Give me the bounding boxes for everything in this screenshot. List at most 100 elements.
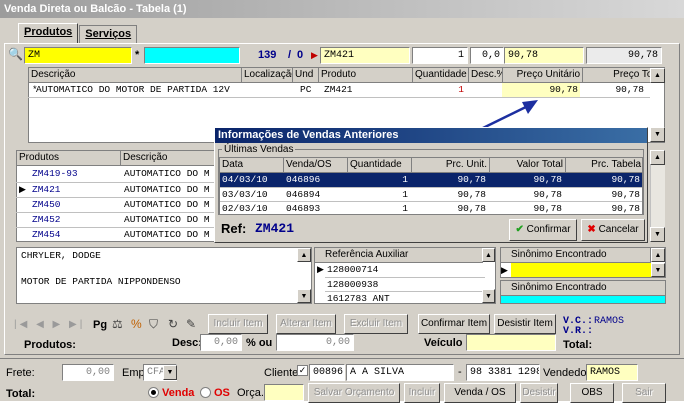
- veiculo-input[interactable]: [466, 334, 556, 351]
- desistir-item-button[interactable]: Desistir Item: [494, 314, 556, 334]
- col-header-descricao[interactable]: Descrição: [29, 68, 242, 83]
- vendedor-input[interactable]: RAMOS: [586, 364, 638, 381]
- dlg-col-valor-total[interactable]: Valor Total: [490, 158, 566, 173]
- filter-icon[interactable]: ⛉: [149, 317, 158, 331]
- scale-icon[interactable]: ⚖: [112, 317, 123, 331]
- list-item[interactable]: ZM450 AUTOMATICO DO M: [16, 197, 216, 212]
- col-header-produto[interactable]: Produto: [319, 68, 413, 83]
- play-arrow-icon: ▶: [311, 50, 318, 60]
- chevron-down-icon[interactable]: ▼: [163, 365, 177, 380]
- dialog-cancel-button[interactable]: ✖ Cancelar: [581, 219, 645, 241]
- list-item[interactable]: ZM452 AUTOMATICO DO M: [16, 212, 216, 227]
- quantity-input[interactable]: 1: [412, 47, 468, 64]
- aux-scroll-down-arrow[interactable]: ▼: [482, 289, 495, 303]
- table-row[interactable]: 02/03/10 046893 1 90,78 90,78 90,78: [220, 201, 642, 214]
- asterisk-label: *: [135, 49, 140, 61]
- description-search-input[interactable]: [144, 47, 240, 64]
- binoculars-icon[interactable]: 🔍: [8, 47, 23, 61]
- refresh-icon[interactable]: ↻: [168, 317, 178, 331]
- products-scroll-up-arrow[interactable]: ▲: [650, 150, 665, 165]
- synonym-value-field[interactable]: [511, 263, 651, 277]
- dlg-col-venda-os[interactable]: Venda/OS: [284, 158, 348, 173]
- count-separator: /: [288, 49, 292, 61]
- dlg-col-prc-tabela[interactable]: Prc. Tabela: [566, 158, 642, 173]
- excluir-item-button[interactable]: Excluir Item: [344, 314, 408, 334]
- synonym-scroll-up-arrow[interactable]: ▲: [651, 248, 665, 262]
- col-header-desc[interactable]: Desc.%: [469, 68, 503, 83]
- list-item[interactable]: ZM454 AUTOMATICO DO M: [16, 227, 216, 242]
- percent-icon[interactable]: %: [131, 317, 142, 331]
- phone-separator: -: [458, 366, 462, 378]
- cliente-code-input[interactable]: 00896: [309, 364, 345, 381]
- cliente-name-input[interactable]: A A SILVA: [346, 364, 454, 381]
- salvar-orcamento-button[interactable]: Salvar Orçamento: [308, 383, 400, 403]
- synonym-scroll-down-arrow[interactable]: ▼: [651, 263, 665, 277]
- window-title: Venda Direta ou Balcão - Tabela (1): [0, 0, 684, 18]
- confirmar-item-button[interactable]: Confirmar Item: [418, 314, 490, 334]
- table-row[interactable]: 04/03/10 046896 1 90,78 90,78 90,78: [220, 173, 642, 187]
- cliente-checkbox[interactable]: ✓: [297, 365, 308, 376]
- nav-first-prev-next-last-icon[interactable]: |◀ ◀ ▶ ▶|: [14, 318, 85, 332]
- product-desc: AUTOMATICO DO M: [124, 199, 210, 210]
- notes-scroll-up-arrow[interactable]: ▲: [297, 248, 311, 262]
- product-code: ZM421: [32, 184, 61, 195]
- notes-line-1: CHRYLER, DODGE: [21, 250, 101, 261]
- sair-button[interactable]: Sair: [622, 383, 666, 403]
- synonyms-grid-2: Sinônimo Encontrado: [500, 280, 666, 304]
- confirm-label: Confirmar: [526, 224, 571, 235]
- frete-input[interactable]: 0,00: [62, 364, 114, 381]
- obs-button[interactable]: OBS: [570, 383, 614, 403]
- edit-icon[interactable]: ✎: [186, 317, 196, 331]
- item-unit-price: 90,78: [502, 83, 580, 97]
- product-desc: AUTOMATICO DO M: [124, 229, 210, 240]
- col-header-quantidade[interactable]: Quantidade: [413, 68, 469, 83]
- products-scrollbar[interactable]: [650, 165, 665, 227]
- dialog-confirm-button[interactable]: ✔ Confirmar: [509, 219, 577, 241]
- desc-value-input[interactable]: 0,00: [200, 334, 242, 351]
- ref-label: Ref:: [221, 221, 247, 236]
- pct-value-input[interactable]: 0,00: [276, 334, 354, 351]
- dlg-col-prc-unit[interactable]: Prc. Unit.: [412, 158, 490, 173]
- os-radio[interactable]: [200, 387, 211, 398]
- dlg-col-data[interactable]: Data: [220, 158, 284, 173]
- incluir-item-button[interactable]: Incluir Item: [208, 314, 268, 334]
- list-item[interactable]: 128000714: [325, 263, 380, 277]
- cell-quantidade: 1: [402, 203, 408, 214]
- desistir-button[interactable]: Desistir: [520, 383, 558, 403]
- products-scroll-down-arrow[interactable]: ▼: [650, 227, 665, 242]
- vr-label: V.R.:: [563, 326, 594, 337]
- col-header-descricao2[interactable]: Descrição: [121, 151, 215, 166]
- list-item[interactable]: 128000938: [325, 277, 485, 291]
- list-item[interactable]: ▶ ZM421 AUTOMATICO DO M: [16, 182, 216, 197]
- os-radio-label[interactable]: OS: [214, 386, 230, 400]
- list-item[interactable]: 1612783 ANT: [325, 291, 485, 303]
- col-header-preco-unit[interactable]: Preço Unitário: [503, 68, 583, 83]
- aux-scroll-up-arrow[interactable]: ▲: [482, 248, 495, 262]
- orca-input[interactable]: [264, 384, 304, 401]
- cell-venda-os: 046894: [286, 189, 321, 200]
- tab-servicos[interactable]: Serviços: [79, 25, 138, 43]
- notes-memo[interactable]: CHRYLER, DODGE MOTOR DE PARTIDA NIPPONDE…: [16, 247, 312, 304]
- venda-radio-label[interactable]: Venda: [162, 386, 194, 400]
- col-header-localizacao[interactable]: Localização: [242, 68, 293, 83]
- scroll-up-arrow[interactable]: ▲: [650, 68, 665, 83]
- incluir-button[interactable]: Incluir: [404, 383, 440, 403]
- col-header-produtos[interactable]: Produtos: [17, 151, 121, 166]
- row-divider: [28, 97, 650, 98]
- list-item[interactable]: ZM419-93 AUTOMATICO DO M: [16, 167, 216, 182]
- product-code-input[interactable]: ZM: [24, 47, 132, 64]
- notes-scroll-down-arrow[interactable]: ▼: [297, 289, 311, 303]
- table-row[interactable]: * AUTOMATICO DO MOTOR DE PARTIDA 12V PC …: [28, 83, 650, 98]
- tab-produtos[interactable]: Produtos: [18, 23, 79, 43]
- venda-radio[interactable]: [148, 387, 159, 398]
- unit-price-input[interactable]: 90,78: [504, 47, 584, 64]
- produtos-total-label: Produtos:: [24, 339, 76, 351]
- cell-prc-tabela: 90,78: [611, 189, 640, 200]
- scroll-down-arrow[interactable]: ▼: [650, 127, 665, 142]
- discount-input[interactable]: 0,0: [470, 47, 504, 64]
- col-header-und[interactable]: Und: [293, 68, 319, 83]
- dlg-col-quantidade[interactable]: Quantidade: [348, 158, 412, 173]
- venda-os-button[interactable]: Venda / OS: [444, 383, 516, 403]
- table-row[interactable]: 03/03/10 046894 1 90,78 90,78 90,78: [220, 187, 642, 201]
- alterar-item-button[interactable]: Alterar Item: [276, 314, 336, 334]
